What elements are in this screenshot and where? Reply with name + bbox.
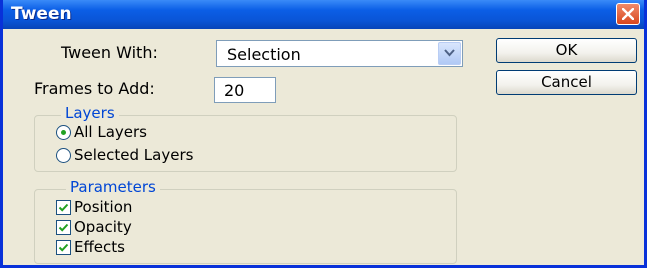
parameters-legend: Parameters: [66, 178, 160, 196]
dialog-title: Tween: [11, 4, 72, 24]
dropdown-arrow-button[interactable]: [438, 42, 461, 65]
opacity-label[interactable]: Opacity: [74, 218, 132, 236]
frames-to-add-input[interactable]: 20: [214, 77, 276, 103]
selected-layers-label[interactable]: Selected Layers: [74, 146, 193, 164]
close-button[interactable]: [616, 3, 640, 25]
radio-selected-dot: [61, 130, 66, 135]
close-icon: [622, 8, 634, 20]
tween-with-label: Tween With:: [61, 43, 158, 62]
frames-to-add-value: 20: [224, 81, 245, 100]
position-label[interactable]: Position: [74, 198, 132, 216]
tween-with-value: Selection: [227, 45, 301, 64]
tween-dialog: Tween Tween With: Selection Frames to Ad…: [0, 0, 647, 268]
cancel-button[interactable]: Cancel: [496, 70, 637, 95]
layers-legend: Layers: [61, 104, 119, 122]
checkmark-icon: [58, 203, 69, 212]
ok-button[interactable]: OK: [496, 38, 637, 63]
checkmark-icon: [58, 223, 69, 232]
effects-label[interactable]: Effects: [74, 238, 125, 256]
checkmark-icon: [58, 243, 69, 252]
frames-to-add-label: Frames to Add:: [34, 79, 155, 98]
effects-checkbox[interactable]: [56, 240, 71, 255]
title-bar[interactable]: Tween: [3, 0, 644, 29]
position-checkbox[interactable]: [56, 200, 71, 215]
all-layers-label[interactable]: All Layers: [74, 123, 147, 141]
all-layers-radio[interactable]: [56, 125, 71, 140]
opacity-checkbox[interactable]: [56, 220, 71, 235]
tween-with-dropdown[interactable]: Selection: [216, 40, 463, 67]
chevron-down-icon: [444, 49, 455, 57]
selected-layers-radio[interactable]: [56, 148, 71, 163]
